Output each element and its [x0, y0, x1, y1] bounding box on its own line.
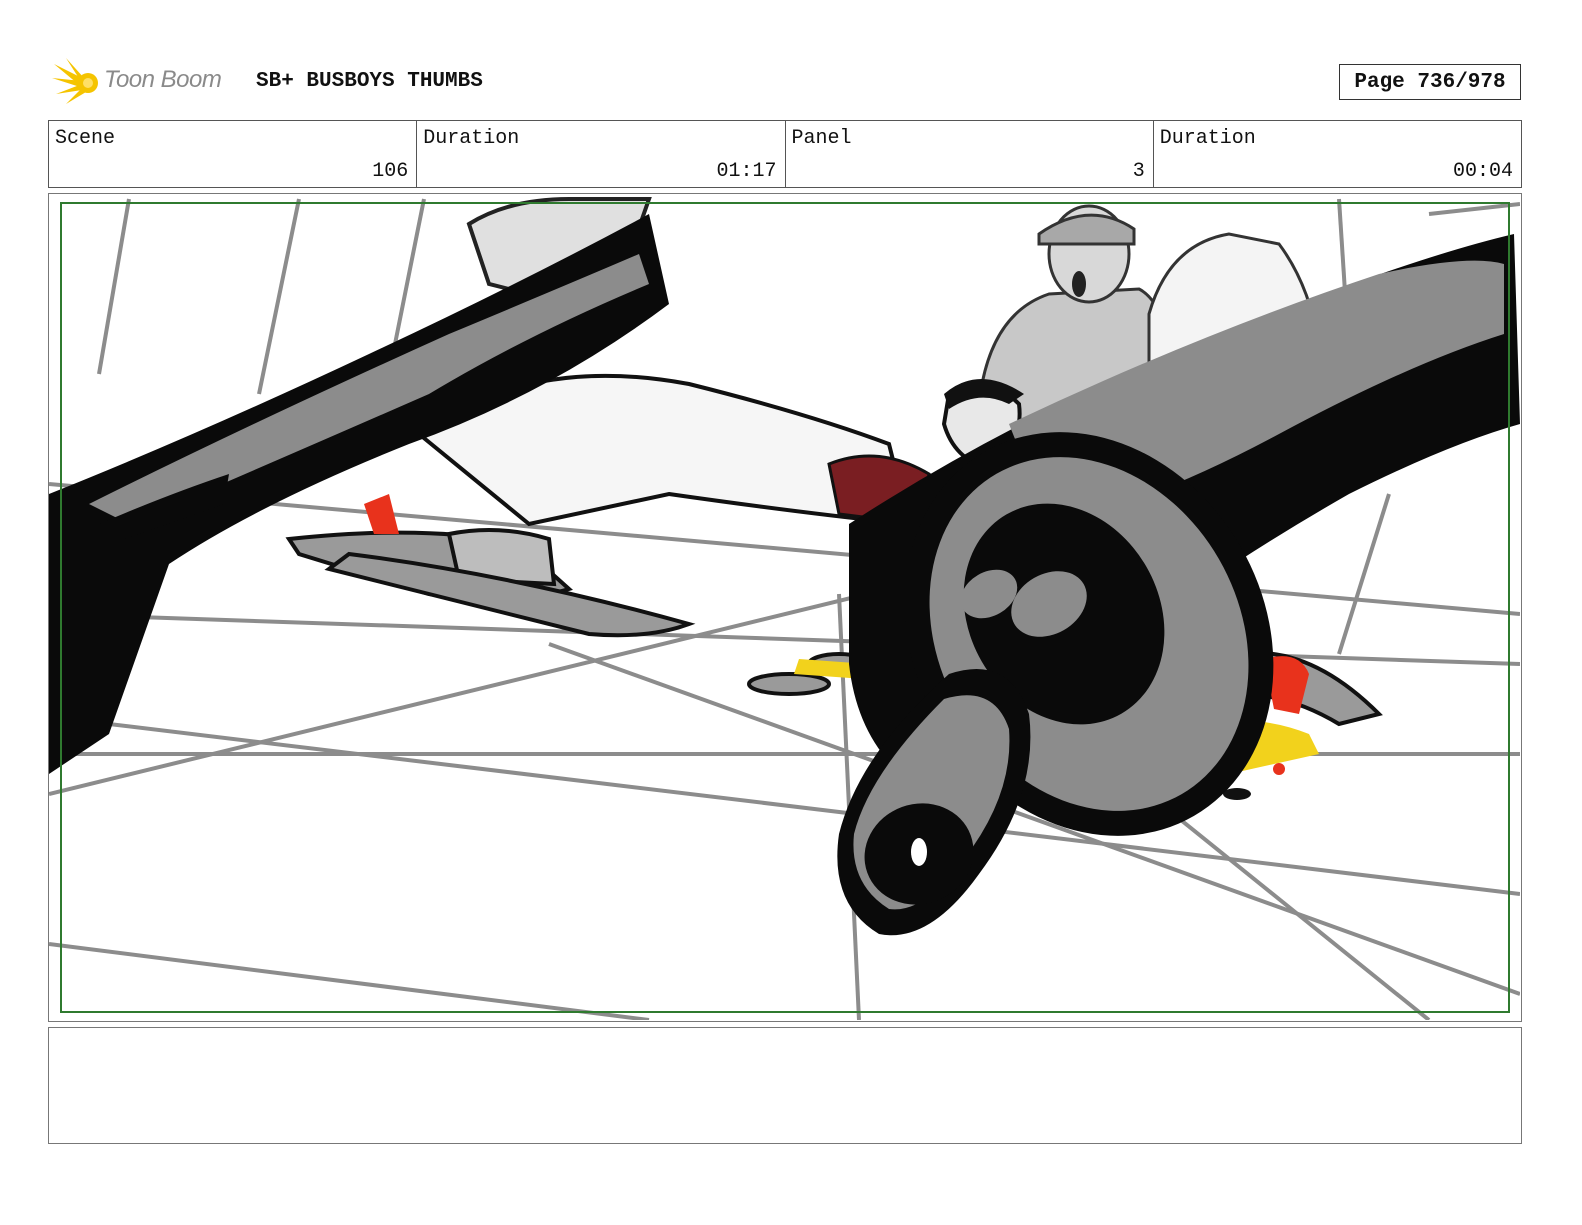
- panel-duration-label: Duration: [1159, 127, 1256, 150]
- panel-value: 3: [1132, 160, 1145, 183]
- panel-label: Panel: [791, 127, 852, 150]
- storyboard-panel: [48, 193, 1522, 1022]
- scene-cell: Scene 106: [49, 121, 418, 187]
- scene-duration-value: 01:17: [716, 160, 777, 183]
- scene-value: 106: [372, 160, 409, 183]
- scene-duration-label: Duration: [423, 127, 520, 150]
- page-number: Page 736/978: [1339, 64, 1521, 100]
- info-row: Scene 106 Duration 01:17 Panel 3 Duratio…: [48, 120, 1522, 188]
- starburst-icon: [52, 58, 98, 104]
- toon-boom-logo: Toon Boom: [52, 56, 242, 108]
- logo-text: Toon Boom: [104, 66, 222, 93]
- scene-label: Scene: [55, 127, 116, 150]
- panel-notes-box: [48, 1027, 1522, 1144]
- panel-cell: Panel 3: [786, 121, 1154, 187]
- panel-duration-value: 00:04: [1452, 160, 1513, 183]
- panel-duration-cell: Duration 00:04: [1154, 121, 1521, 187]
- panel-sketch-image: [49, 194, 1520, 1020]
- scene-duration-cell: Duration 01:17: [417, 121, 786, 187]
- project-title: SB+ BUSBOYS THUMBS: [256, 70, 483, 93]
